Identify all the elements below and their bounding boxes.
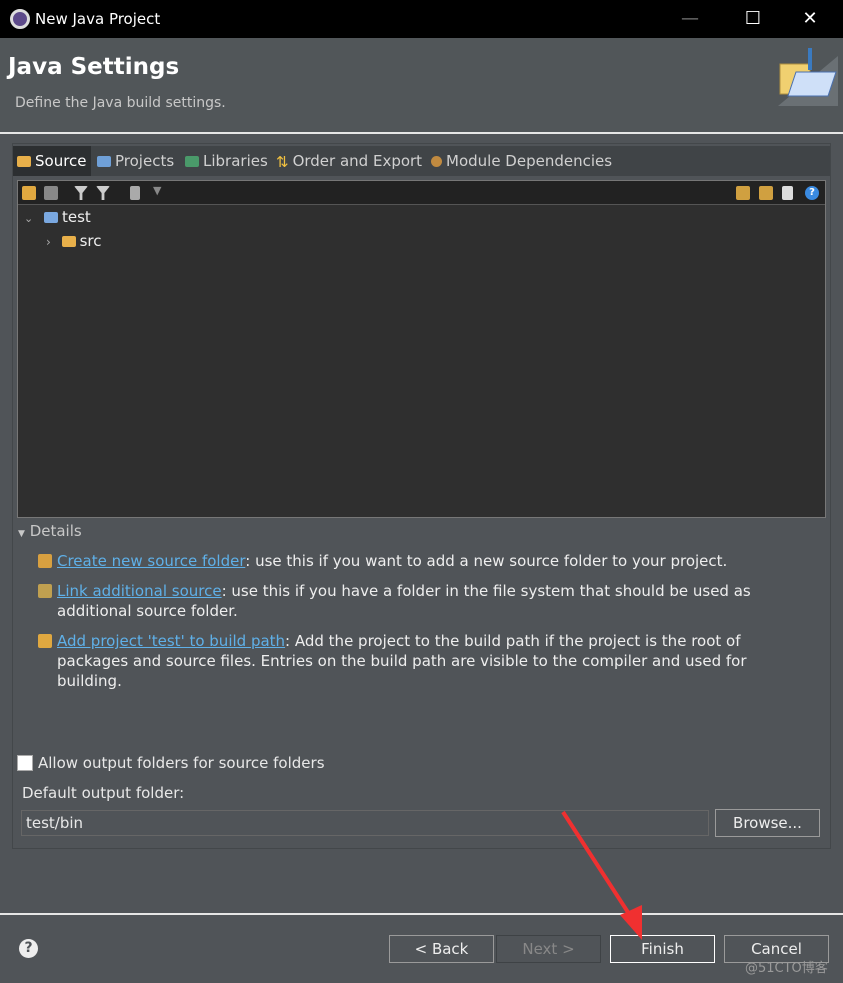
default-output-folder-input[interactable]: test/bin bbox=[21, 810, 709, 836]
chevron-right-icon[interactable]: › bbox=[46, 235, 51, 249]
projects-icon bbox=[97, 156, 111, 167]
new-source-folder-icon[interactable] bbox=[759, 186, 773, 200]
close-button[interactable]: ✕ bbox=[790, 6, 830, 32]
link-additional-source-link[interactable]: Link additional source bbox=[57, 582, 222, 600]
allow-output-folders-label: Allow output folders for source folders bbox=[38, 754, 325, 772]
page-title: Java Settings bbox=[8, 54, 180, 80]
tree-label: src bbox=[79, 232, 102, 250]
next-button[interactable]: Next > bbox=[496, 935, 601, 963]
package-folder-icon bbox=[61, 236, 76, 247]
finish-button[interactable]: Finish bbox=[610, 935, 715, 963]
tree-toolbar: ▼ ? bbox=[18, 181, 825, 205]
link-source-icon[interactable] bbox=[736, 186, 750, 200]
header-separator bbox=[0, 132, 843, 134]
help-icon[interactable]: ? bbox=[805, 186, 819, 200]
browse-button[interactable]: Browse... bbox=[715, 809, 820, 837]
output-folder-icon[interactable] bbox=[130, 186, 140, 200]
link-folder-icon[interactable] bbox=[44, 186, 58, 200]
tab-label: Order and Export bbox=[292, 152, 423, 170]
detail-text: : use this if you want to add a new sour… bbox=[245, 552, 728, 570]
window-title: New Java Project bbox=[35, 10, 161, 28]
tab-label: Projects bbox=[115, 152, 175, 170]
allow-output-folders-checkbox[interactable] bbox=[17, 755, 33, 771]
link-source-icon bbox=[38, 584, 52, 598]
tab-source[interactable]: Source bbox=[13, 146, 91, 176]
tab-label: Module Dependencies bbox=[446, 152, 613, 170]
title-bar: New Java Project — ☐ ✕ bbox=[0, 0, 843, 38]
tab-libraries[interactable]: Libraries bbox=[181, 146, 268, 176]
tree-label: test bbox=[62, 208, 91, 226]
minimize-button[interactable]: — bbox=[670, 6, 710, 32]
help-button[interactable]: ? bbox=[19, 939, 38, 958]
module-icon bbox=[431, 156, 442, 167]
page-description: Define the Java build settings. bbox=[15, 95, 226, 111]
tree-item-project[interactable]: ⌄ test bbox=[24, 208, 91, 226]
tab-label: Source bbox=[35, 152, 87, 170]
triangle-down-icon: ▼ bbox=[18, 529, 25, 539]
filter-icon[interactable] bbox=[74, 186, 88, 200]
detail-item: Link additional source: use this if you … bbox=[38, 581, 808, 621]
tree-item-src[interactable]: › src bbox=[46, 232, 102, 250]
remove-icon[interactable] bbox=[782, 186, 793, 200]
tab-projects[interactable]: Projects bbox=[93, 146, 174, 176]
chevron-down-icon[interactable]: ▼ bbox=[153, 184, 161, 197]
eclipse-icon bbox=[10, 9, 30, 29]
detail-item: Add project 'test' to build path: Add th… bbox=[38, 631, 808, 691]
footer-separator bbox=[0, 913, 843, 915]
maximize-button[interactable]: ☐ bbox=[733, 6, 773, 32]
tab-bar: Source Projects Libraries ⇅ Order and Exp… bbox=[13, 146, 830, 176]
detail-item: Create new source folder: use this if yo… bbox=[38, 551, 808, 571]
project-icon bbox=[44, 212, 58, 223]
details-toggle[interactable]: ▼ Details bbox=[18, 522, 82, 540]
wizard-header: Java Settings Define the Java build sett… bbox=[0, 38, 843, 133]
tab-order-and-export[interactable]: ⇅ Order and Export bbox=[272, 146, 422, 176]
add-to-build-path-link[interactable]: Add project 'test' to build path bbox=[57, 632, 285, 650]
chevron-down-icon[interactable]: ⌄ bbox=[24, 212, 33, 225]
back-button[interactable]: < Back bbox=[389, 935, 494, 963]
tab-label: Libraries bbox=[203, 152, 268, 170]
source-folder-icon bbox=[17, 156, 31, 167]
create-source-folder-link[interactable]: Create new source folder bbox=[57, 552, 245, 570]
default-output-folder-label: Default output folder: bbox=[22, 784, 185, 802]
source-tree-panel: ▼ ? ⌄ test › src bbox=[17, 180, 826, 518]
add-folder-icon[interactable] bbox=[22, 186, 36, 200]
tab-module-dependencies[interactable]: Module Dependencies bbox=[427, 146, 612, 176]
add-to-build-path-icon bbox=[38, 634, 52, 648]
filter-add-icon[interactable] bbox=[96, 186, 110, 200]
details-heading: Details bbox=[29, 522, 82, 540]
java-project-folder-icon bbox=[778, 48, 838, 106]
new-source-folder-icon bbox=[38, 554, 52, 568]
watermark: @51CTO博客 bbox=[745, 961, 828, 976]
libraries-icon bbox=[185, 156, 199, 167]
